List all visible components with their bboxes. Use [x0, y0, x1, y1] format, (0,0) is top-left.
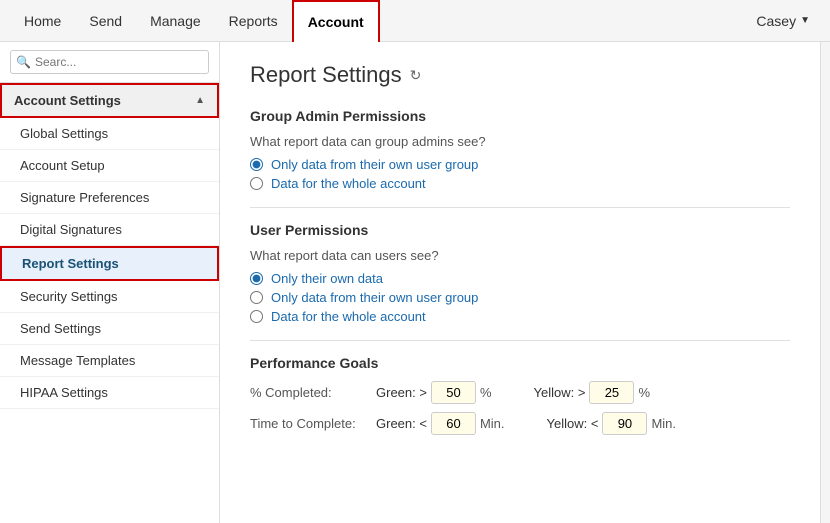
user-perm-radio-2[interactable]	[250, 310, 263, 323]
sidebar-search-container: 🔍	[0, 42, 219, 83]
chevron-up-icon: ▲	[195, 95, 205, 106]
perf-green-op-0: Green: >	[376, 385, 427, 400]
sidebar-item-send-settings[interactable]: Send Settings	[0, 313, 219, 345]
nav-manage[interactable]: Manage	[136, 0, 215, 42]
user-perm-option-0[interactable]: Only their own data	[250, 271, 790, 286]
nav-send[interactable]: Send	[75, 0, 136, 42]
sidebar-item-message-templates[interactable]: Message Templates	[0, 345, 219, 377]
sidebar-section: Account Settings ▲ Global Settings Accou…	[0, 83, 219, 523]
perf-green-unit-1: Min.	[480, 416, 505, 431]
user-perm-radio-0[interactable]	[250, 272, 263, 285]
sidebar-item-global-settings[interactable]: Global Settings	[0, 118, 219, 150]
user-perm-label-2: Data for the whole account	[271, 309, 426, 324]
sidebar: 🔍 Account Settings ▲ Global Settings Acc…	[0, 42, 220, 523]
sidebar-item-digital-signatures[interactable]: Digital Signatures	[0, 214, 219, 246]
perf-goals-section-title: Performance Goals	[250, 355, 790, 371]
user-menu[interactable]: Casey ▼	[746, 13, 820, 29]
page-title: Report Settings ↻	[250, 62, 790, 88]
user-chevron-icon: ▼	[800, 15, 810, 26]
group-admin-radio-0[interactable]	[250, 158, 263, 171]
account-settings-label: Account Settings	[14, 93, 121, 108]
perf-green-input-0[interactable]	[431, 381, 476, 404]
perf-row-1: Time to Complete: Green: < Min. Yellow: …	[250, 412, 790, 435]
perf-green-segment-1: Green: < Min.	[376, 412, 505, 435]
sidebar-item-report-settings[interactable]: Report Settings	[0, 246, 219, 281]
perf-yellow-input-0[interactable]	[589, 381, 634, 404]
perf-yellow-unit-1: Min.	[651, 416, 676, 431]
divider-1	[250, 207, 790, 208]
perf-yellow-segment-0: Yellow: > %	[534, 381, 650, 404]
perf-yellow-input-1[interactable]	[602, 412, 647, 435]
perf-green-op-1: Green: <	[376, 416, 427, 431]
group-admin-radio-group: Only data from their own user group Data…	[250, 157, 790, 191]
sidebar-item-account-setup[interactable]: Account Setup	[0, 150, 219, 182]
group-admin-label-1: Data for the whole account	[271, 176, 426, 191]
perf-yellow-op-1: Yellow: <	[547, 416, 599, 431]
perf-green-unit-0: %	[480, 385, 492, 400]
user-permissions-radio-group: Only their own data Only data from their…	[250, 271, 790, 324]
perf-row-0: % Completed: Green: > % Yellow: > %	[250, 381, 790, 404]
group-admin-question: What report data can group admins see?	[250, 134, 790, 149]
sidebar-item-security-settings[interactable]: Security Settings	[0, 281, 219, 313]
main-layout: 🔍 Account Settings ▲ Global Settings Acc…	[0, 42, 830, 523]
nav-account[interactable]: Account	[292, 0, 380, 42]
page-title-text: Report Settings	[250, 62, 402, 88]
user-permissions-question: What report data can users see?	[250, 248, 790, 263]
search-input[interactable]	[10, 50, 209, 74]
user-perm-option-2[interactable]: Data for the whole account	[250, 309, 790, 324]
group-admin-option-0[interactable]: Only data from their own user group	[250, 157, 790, 172]
perf-yellow-op-0: Yellow: >	[534, 385, 586, 400]
perf-goals-container: % Completed: Green: > % Yellow: > % Time…	[250, 381, 790, 435]
search-icon: 🔍	[16, 55, 31, 69]
scrollbar[interactable]	[820, 42, 830, 523]
refresh-icon[interactable]: ↻	[410, 67, 422, 84]
sidebar-item-hipaa-settings[interactable]: HIPAA Settings	[0, 377, 219, 409]
perf-yellow-unit-0: %	[638, 385, 650, 400]
user-name: Casey	[756, 13, 796, 29]
group-admin-option-1[interactable]: Data for the whole account	[250, 176, 790, 191]
nav-home[interactable]: Home	[10, 0, 75, 42]
user-perm-label-0: Only their own data	[271, 271, 383, 286]
perf-yellow-segment-1: Yellow: < Min.	[547, 412, 676, 435]
user-perm-option-1[interactable]: Only data from their own user group	[250, 290, 790, 305]
perf-green-segment-0: Green: > %	[376, 381, 492, 404]
group-admin-section-title: Group Admin Permissions	[250, 108, 790, 124]
perf-green-input-1[interactable]	[431, 412, 476, 435]
nav-reports[interactable]: Reports	[215, 0, 292, 42]
user-perm-label-1: Only data from their own user group	[271, 290, 478, 305]
user-perm-radio-1[interactable]	[250, 291, 263, 304]
perf-label-0: % Completed:	[250, 385, 370, 400]
account-settings-group[interactable]: Account Settings ▲	[0, 83, 219, 118]
group-admin-radio-1[interactable]	[250, 177, 263, 190]
sidebar-item-signature-preferences[interactable]: Signature Preferences	[0, 182, 219, 214]
perf-label-1: Time to Complete:	[250, 416, 370, 431]
user-permissions-section-title: User Permissions	[250, 222, 790, 238]
group-admin-label-0: Only data from their own user group	[271, 157, 478, 172]
divider-2	[250, 340, 790, 341]
top-nav: Home Send Manage Reports Account Casey ▼	[0, 0, 830, 42]
content-area: Report Settings ↻ Group Admin Permission…	[220, 42, 820, 523]
